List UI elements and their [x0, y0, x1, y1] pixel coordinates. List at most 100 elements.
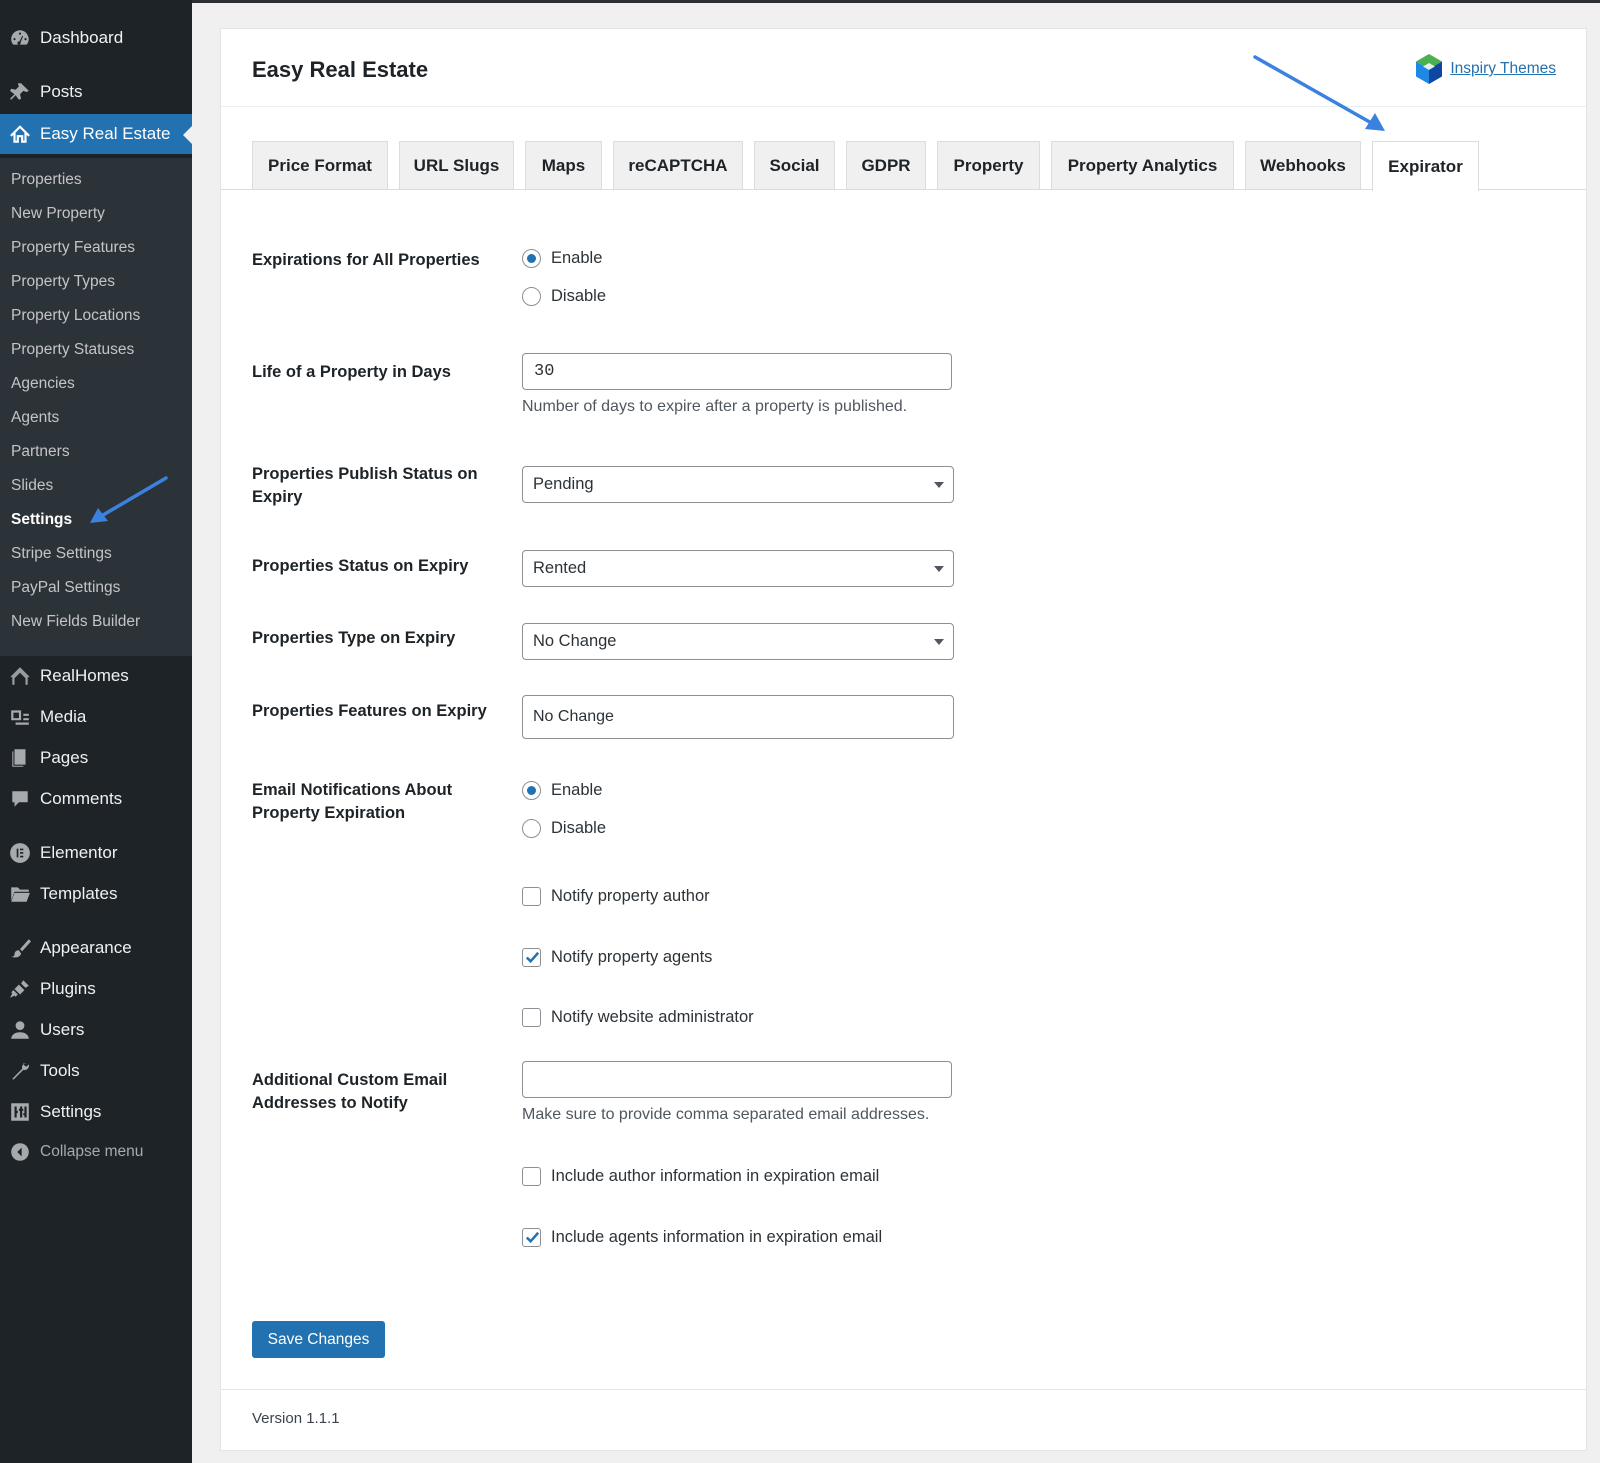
life-days-input[interactable] [522, 353, 952, 390]
menu-easy-real-estate[interactable]: Easy Real Estate [0, 114, 192, 154]
menu-users[interactable]: Users [0, 1010, 192, 1050]
submenu-settings[interactable]: Settings [11, 510, 72, 530]
submenu-property-types[interactable]: Property Types [11, 272, 115, 292]
submenu-property-locations[interactable]: Property Locations [11, 306, 140, 326]
type-on-expiry-label: Properties Type on Expiry [252, 629, 456, 647]
expirations-enable-radio[interactable]: Enable [522, 249, 602, 268]
menu-settings[interactable]: Settings [0, 1092, 192, 1132]
status-on-expiry-select[interactable]: Rented [522, 550, 954, 587]
menu-templates[interactable]: Templates [0, 874, 192, 914]
menu-plugins[interactable]: Plugins [0, 969, 192, 1009]
menu-dashboard[interactable]: Dashboard [0, 18, 192, 58]
tab-recaptcha[interactable]: reCAPTCHA [613, 141, 743, 189]
submenu-properties[interactable]: Properties [11, 170, 82, 190]
life-days-help: Number of days to expire after a propert… [522, 398, 908, 415]
menu-tools[interactable]: Tools [0, 1051, 192, 1091]
expirations-disable-label: Disable [551, 287, 607, 305]
elementor-icon [0, 833, 40, 873]
tab-webhooks[interactable]: Webhooks [1245, 141, 1361, 189]
collapse-menu-label: Collapse menu [40, 1143, 144, 1160]
notify-agents-label: Notify property agents [551, 948, 713, 966]
menu-elementor[interactable]: Elementor [0, 833, 192, 873]
notify-admin-checkbox[interactable]: Notify website administrator [522, 1008, 754, 1027]
submenu-new-fields-builder[interactable]: New Fields Builder [11, 612, 140, 632]
collapse-menu-button[interactable]: Collapse menu [0, 1132, 192, 1172]
type-on-expiry-value: No Change [533, 632, 617, 650]
pin-icon [0, 72, 40, 112]
annotation-arrow-expirator [1253, 55, 1385, 131]
submenu-agencies[interactable]: Agencies [11, 374, 75, 394]
tab-url-slugs[interactable]: URL Slugs [399, 141, 514, 189]
radio-unchecked [522, 287, 541, 306]
tab-gdpr[interactable]: GDPR [846, 141, 926, 189]
inspiry-themes-link[interactable]: Inspiry Themes [1450, 60, 1556, 78]
expirations-disable-radio[interactable]: Disable [522, 287, 606, 306]
menu-comments[interactable]: Comments [0, 779, 192, 819]
email-enable-radio[interactable]: Enable [522, 781, 602, 800]
include-author-checkbox[interactable]: Include author information in expiration… [522, 1167, 879, 1186]
checkbox-unchecked [522, 1008, 541, 1027]
chevron-down-icon [934, 482, 944, 488]
submenu-property-features[interactable]: Property Features [11, 238, 135, 258]
include-agents-checkbox[interactable]: Include agents information in expiration… [522, 1228, 882, 1247]
footer-divider [221, 1389, 1586, 1390]
top-border [192, 0, 1600, 3]
submenu-new-property[interactable]: New Property [11, 204, 105, 224]
publish-status-label: Properties Publish Status on Expiry [252, 465, 478, 506]
menu-settings-label: Settings [40, 1102, 102, 1121]
custom-emails-input[interactable] [522, 1061, 952, 1098]
radio-checked [522, 781, 541, 800]
tab-maps[interactable]: Maps [525, 141, 602, 189]
submenu-partners[interactable]: Partners [11, 442, 70, 462]
features-on-expiry-value: No Change [533, 708, 614, 725]
publish-status-value: Pending [533, 475, 594, 493]
checkbox-unchecked [522, 1167, 541, 1186]
menu-media[interactable]: Media [0, 697, 192, 737]
checkbox-checked [522, 1228, 541, 1247]
menu-plugins-label: Plugins [40, 979, 96, 998]
status-on-expiry-value: Rented [533, 559, 587, 577]
tab-social[interactable]: Social [754, 141, 835, 189]
menu-pages-label: Pages [40, 748, 89, 767]
tab-property-analytics[interactable]: Property Analytics [1051, 141, 1234, 189]
menu-realhomes[interactable]: RealHomes [0, 656, 192, 696]
email-notifications-label: Email Notifications About Property Expir… [252, 781, 453, 822]
menu-users-label: Users [40, 1020, 85, 1039]
tab-price-format[interactable]: Price Format [252, 141, 388, 189]
menu-dashboard-label: Dashboard [40, 28, 124, 47]
notify-author-checkbox[interactable]: Notify property author [522, 887, 710, 906]
email-disable-radio[interactable]: Disable [522, 819, 606, 838]
settings-panel: Easy Real Estate Inspiry Themes Price Fo… [220, 28, 1587, 1451]
brush-icon [0, 928, 40, 968]
menu-pages[interactable]: Pages [0, 738, 192, 778]
tab-property[interactable]: Property [937, 141, 1040, 189]
plug-icon [0, 969, 40, 1009]
tab-expirator[interactable]: Expirator [1372, 141, 1479, 191]
submenu-paypal-settings[interactable]: PayPal Settings [11, 578, 120, 598]
menu-appearance[interactable]: Appearance [0, 928, 192, 968]
save-changes-button[interactable]: Save Changes [252, 1321, 385, 1358]
menu-posts-label: Posts [40, 82, 83, 101]
menu-elementor-label: Elementor [40, 843, 118, 862]
notify-agents-checkbox[interactable]: Notify property agents [522, 948, 712, 967]
realhomes-icon [0, 656, 40, 696]
menu-templates-label: Templates [40, 884, 118, 903]
email-disable-label: Disable [551, 819, 607, 837]
checkbox-unchecked [522, 887, 541, 906]
custom-emails-help: Make sure to provide comma separated ema… [522, 1106, 930, 1123]
publish-status-select[interactable]: Pending [522, 466, 954, 503]
annotation-arrow-settings [90, 476, 168, 523]
email-enable-label: Enable [551, 781, 603, 799]
submenu-slides[interactable]: Slides [11, 476, 53, 496]
notify-author-label: Notify property author [551, 887, 710, 905]
life-days-label: Life of a Property in Days [252, 363, 451, 381]
sliders-icon [0, 1092, 40, 1132]
features-on-expiry-select[interactable]: No Change [522, 695, 954, 739]
menu-posts[interactable]: Posts [0, 72, 192, 112]
submenu-agents[interactable]: Agents [11, 408, 59, 428]
submenu-property-statuses[interactable]: Property Statuses [11, 340, 134, 360]
wrench-icon [0, 1051, 40, 1091]
dashboard-icon [0, 18, 40, 58]
submenu-stripe-settings[interactable]: Stripe Settings [11, 544, 112, 564]
type-on-expiry-select[interactable]: No Change [522, 623, 954, 660]
